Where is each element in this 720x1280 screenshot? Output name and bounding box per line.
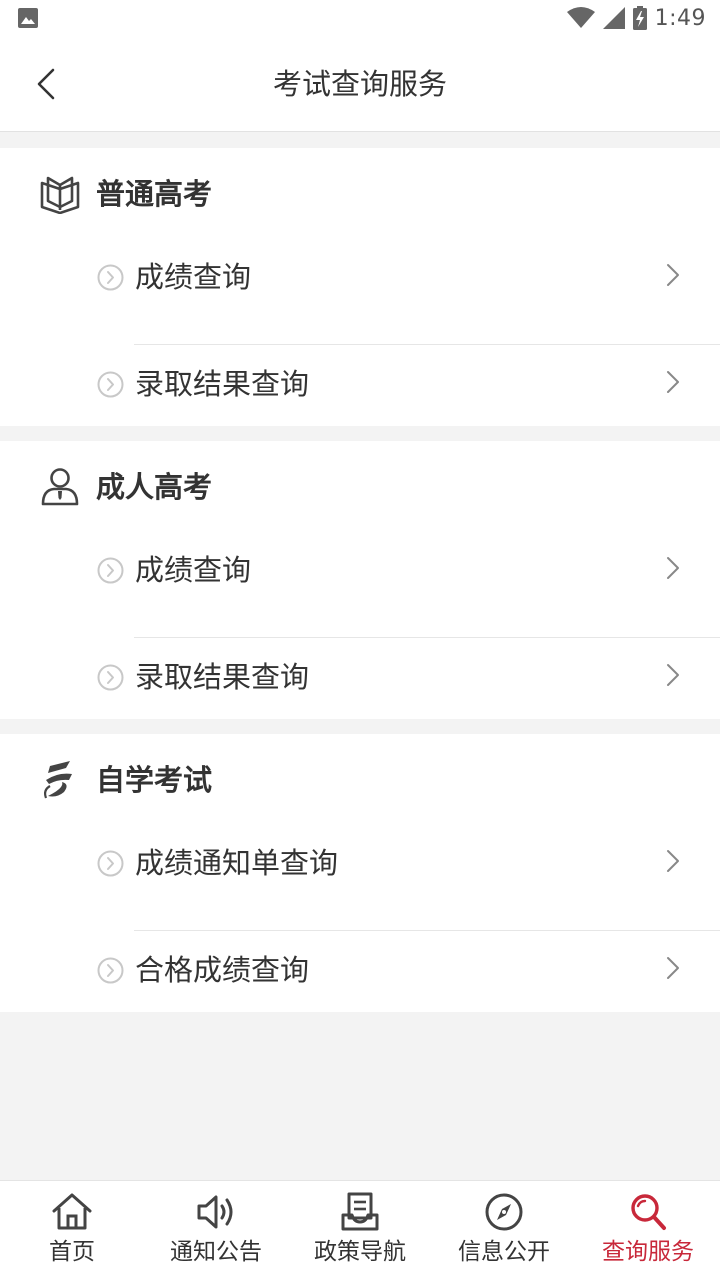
section-self-study: 自学考试 成绩通知单查询 合格成绩查询 [0,734,720,1012]
list-item[interactable]: 成绩查询 [0,238,720,345]
document-tray-icon [341,1192,379,1231]
list-item[interactable]: 录取结果查询 [0,638,720,745]
circle-chevron-icon [97,850,124,877]
tab-label: 首页 [49,1239,95,1265]
chevron-right-icon [667,371,679,393]
signal-icon [602,7,625,29]
list-item-label: 录取结果查询 [135,367,310,401]
chevron-right-icon [667,664,679,686]
speaker-icon [197,1195,233,1229]
list-item-label: 录取结果查询 [135,660,310,694]
section-gaokao: 普通高考 成绩查询 录取结果查询 [0,148,720,426]
chevron-right-icon [667,264,679,286]
compass-icon [485,1193,523,1231]
adult-person-icon [41,468,79,506]
home-icon [52,1193,92,1230]
section-header: 自学考试 [0,734,720,824]
page-title: 考试查询服务 [272,67,447,101]
section-header: 成人高考 [0,441,720,531]
tab-info[interactable]: 信息公开 [432,1181,576,1280]
image-notification-icon [18,8,38,28]
tab-notices[interactable]: 通知公告 [144,1181,288,1280]
bottom-tab-bar: 首页 通知公告 政策导航 信息公开 查询服务 [0,1180,720,1280]
nav-bar: 考试查询服务 [0,36,720,132]
section-title: 自学考试 [96,763,213,797]
circle-chevron-icon [97,371,124,398]
circle-chevron-icon [97,664,124,691]
circle-chevron-icon [97,557,124,584]
search-icon [631,1194,666,1230]
chevron-right-icon [667,557,679,579]
list-item-label: 成绩查询 [135,260,252,294]
section-header: 普通高考 [0,148,720,238]
battery-charging-icon [632,6,647,30]
status-bar: 1:49 [0,0,720,36]
tab-label: 查询服务 [602,1239,694,1265]
tab-policy[interactable]: 政策导航 [288,1181,432,1280]
section-adult-exam: 成人高考 成绩查询 录取结果查询 [0,441,720,719]
status-right: 1:49 [566,3,706,33]
circle-chevron-icon [97,957,124,984]
section-title: 成人高考 [96,470,213,504]
list-item-label: 成绩通知单查询 [135,846,339,880]
chevron-right-icon [667,850,679,872]
wifi-icon [566,7,595,28]
self-study-logo-icon [44,761,72,799]
section-title: 普通高考 [96,177,213,211]
circle-chevron-icon [97,264,124,291]
list-item-label: 合格成绩查询 [135,953,310,987]
status-time: 1:49 [654,5,706,31]
tab-label: 通知公告 [170,1239,262,1265]
list-item[interactable]: 成绩查询 [0,531,720,638]
chevron-right-icon [667,957,679,979]
tab-label: 政策导航 [314,1239,406,1265]
list-item[interactable]: 成绩通知单查询 [0,824,720,931]
tab-query[interactable]: 查询服务 [576,1181,720,1280]
list-item[interactable]: 录取结果查询 [0,345,720,452]
tab-label: 信息公开 [458,1239,550,1265]
list-item[interactable]: 合格成绩查询 [0,931,720,1038]
list-item-label: 成绩查询 [135,553,252,587]
tab-home[interactable]: 首页 [0,1181,144,1280]
open-book-icon [40,176,80,214]
